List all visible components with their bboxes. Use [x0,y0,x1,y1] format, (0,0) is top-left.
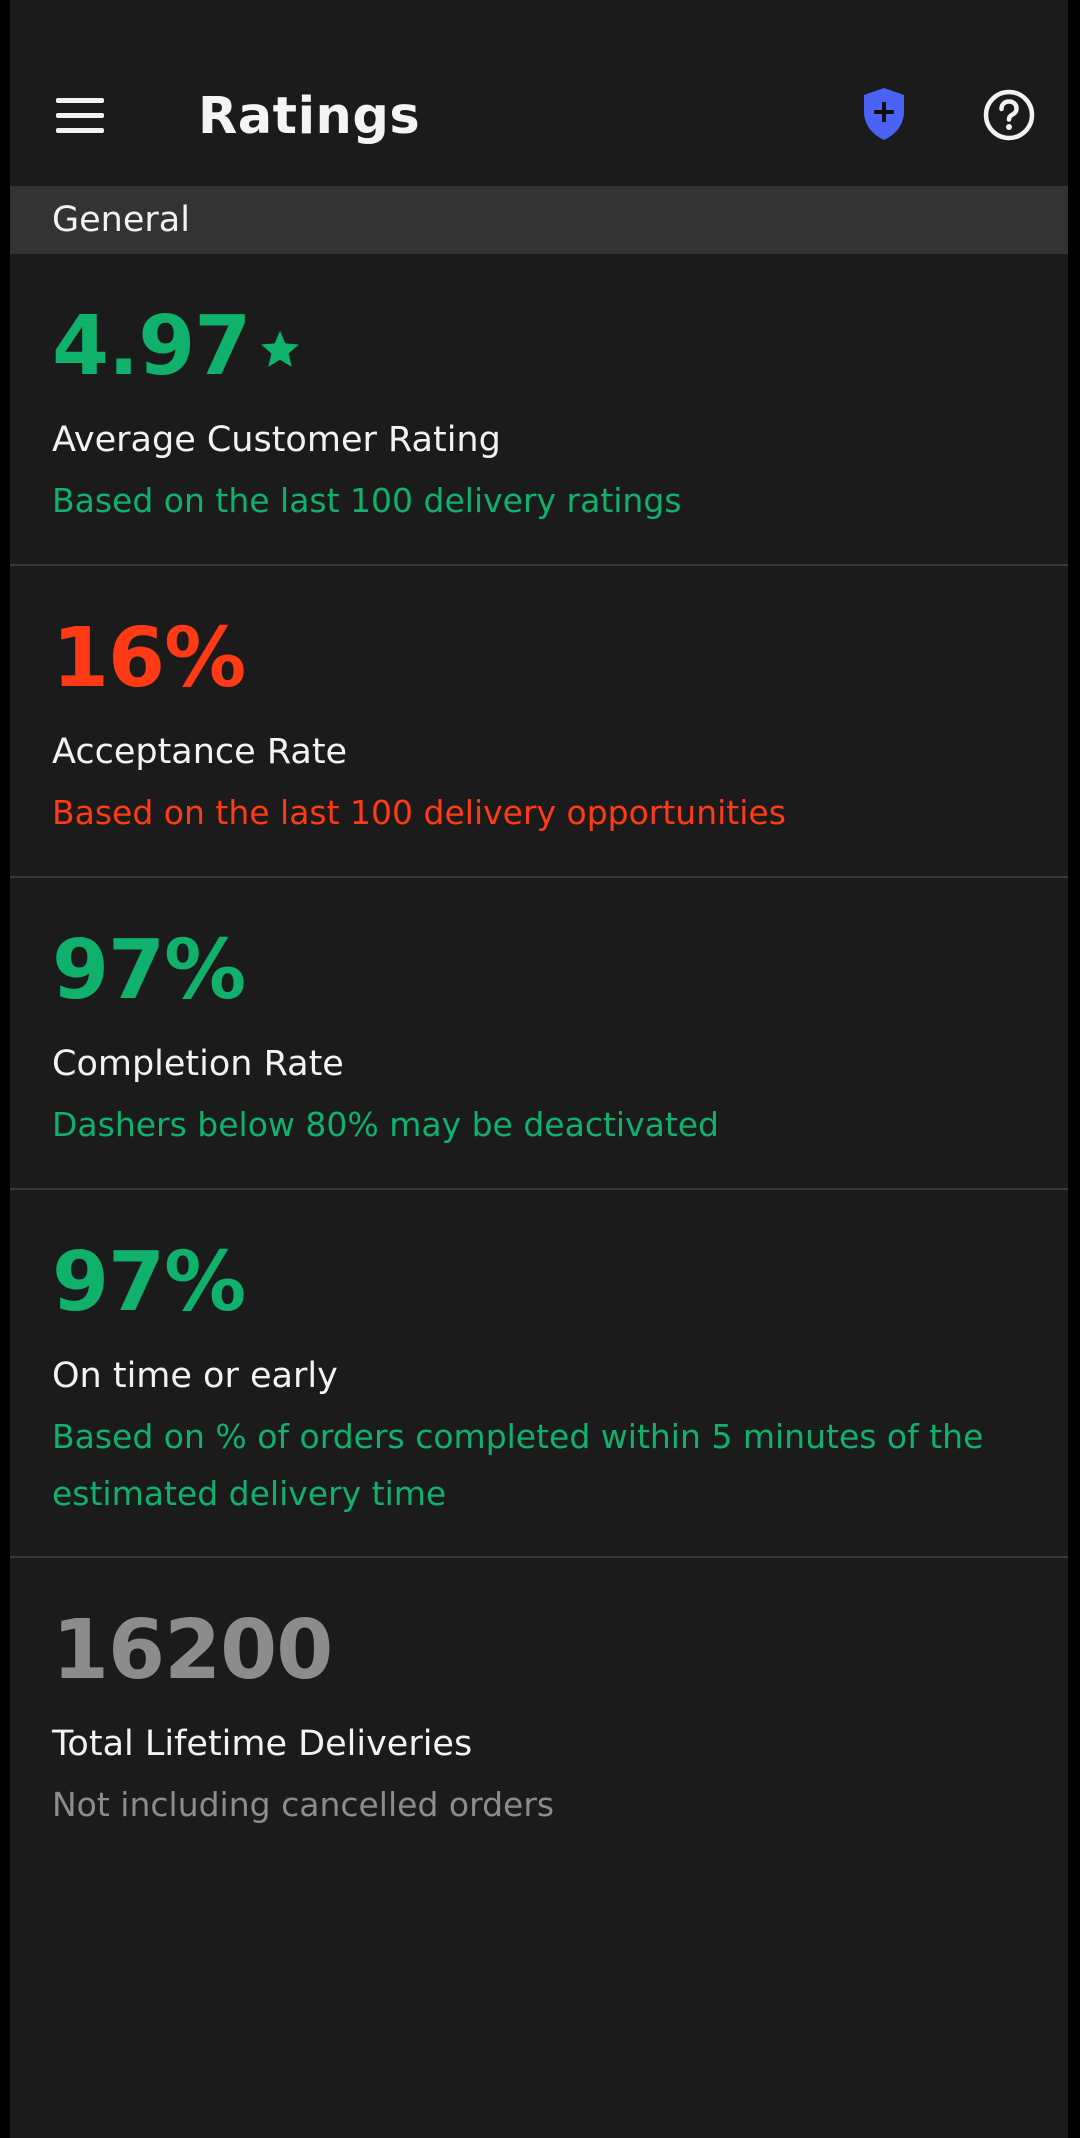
shield-plus-icon[interactable] [860,86,908,142]
metric-card-completion-rate[interactable]: 97% Completion Rate Dashers below 80% ma… [10,878,1068,1190]
metric-note: Not including cancelled orders [52,1785,555,1824]
metric-value: 97% [52,1235,246,1330]
metric-value: 16% [52,611,246,706]
metric-card-acceptance-rate[interactable]: 16% Acceptance Rate Based on the last 10… [10,566,1068,878]
menu-line [56,113,104,118]
question-circle-icon[interactable] [982,88,1036,142]
section-label: General [52,200,190,240]
metric-label: Average Customer Rating [52,420,501,460]
question-circle-icon-graphic [983,89,1035,141]
ratings-screen: Ratings General 4.97 Average Customer Ra… [10,0,1068,2138]
metric-note: Dashers below 80% may be deactivated [52,1105,720,1144]
metric-note: Based on % of orders completed within 5 … [52,1417,984,1513]
metric-label: On time or early [52,1356,338,1396]
metric-note: Based on the last 100 delivery opportuni… [52,793,786,832]
shield-plus-icon-graphic [864,88,904,140]
metric-value: 4.97 [52,299,251,394]
metric-value: 16200 [52,1603,333,1698]
metric-card-on-time[interactable]: 97% On time or early Based on % of order… [10,1190,1068,1558]
metric-label: Acceptance Rate [52,732,348,772]
menu-line [56,98,104,103]
metric-note: Based on the last 100 delivery ratings [52,481,682,520]
app-header: Ratings [10,0,1068,186]
section-header-general: General [10,186,1068,254]
hamburger-menu-icon[interactable] [52,90,104,140]
metric-label: Total Lifetime Deliveries [52,1724,473,1764]
metric-card-customer-rating[interactable]: 4.97 Average Customer Rating Based on th… [10,254,1068,566]
metric-card-lifetime-deliveries[interactable]: 16200 Total Lifetime Deliveries Not incl… [10,1558,1068,1868]
star-icon [261,330,299,367]
metric-label: Completion Rate [52,1044,344,1084]
metric-value: 97% [52,923,246,1018]
page-title: Ratings [198,87,421,146]
menu-line [56,128,104,133]
